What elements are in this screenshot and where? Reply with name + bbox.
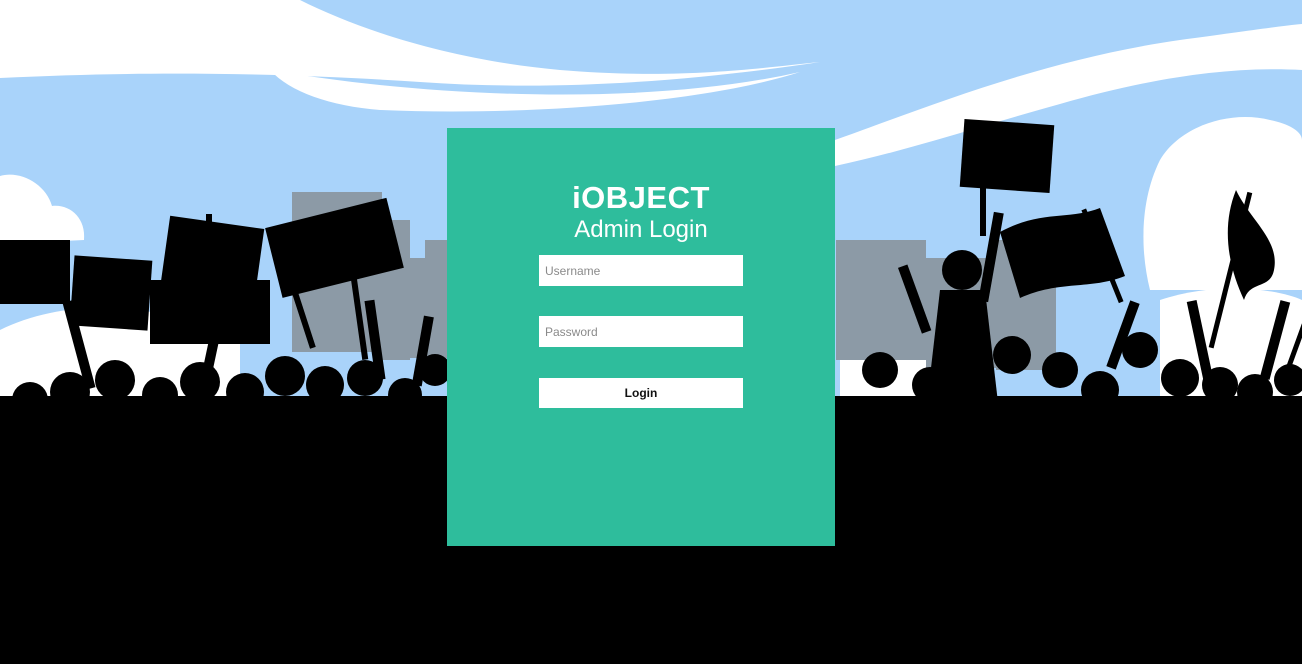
password-input[interactable]: [539, 316, 743, 347]
app-title: iOBJECT: [572, 180, 710, 215]
username-input[interactable]: [539, 255, 743, 286]
login-page: iOBJECT Admin Login Login: [0, 0, 1302, 664]
login-button[interactable]: Login: [539, 378, 743, 408]
login-subtitle: Admin Login: [574, 216, 708, 243]
login-panel: iOBJECT Admin Login Login: [447, 128, 835, 546]
